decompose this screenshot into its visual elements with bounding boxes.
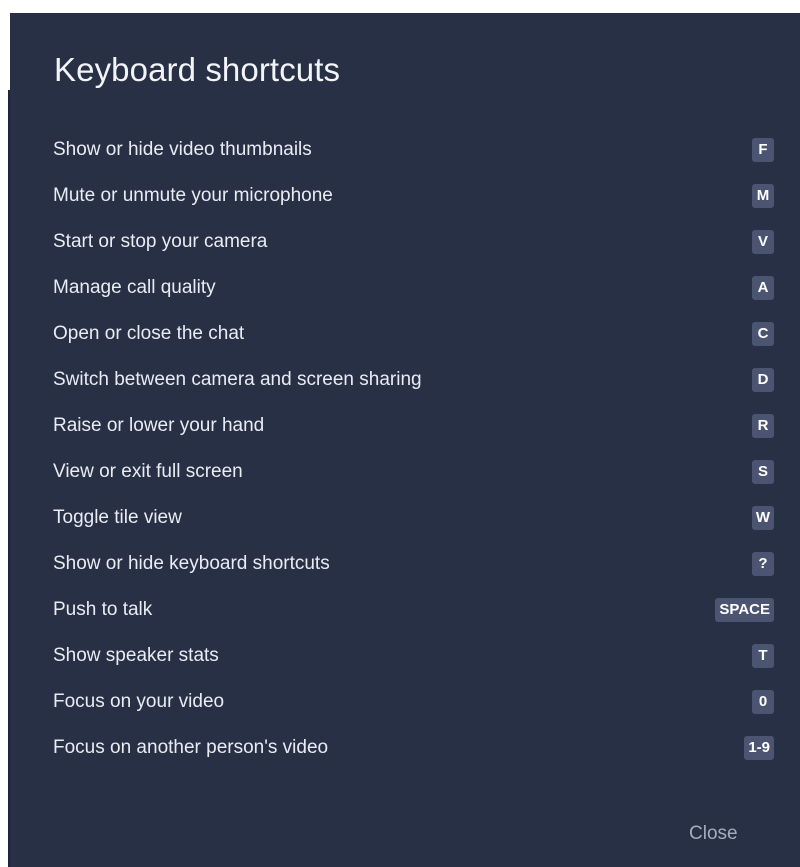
shortcut-label: Mute or unmute your microphone (53, 185, 333, 206)
shortcut-row: Open or close the chat C (10, 317, 800, 363)
shortcut-label: Show or hide keyboard shortcuts (53, 553, 330, 574)
shortcut-key: 1-9 (744, 736, 774, 760)
shortcut-row: Toggle tile view W (10, 501, 800, 547)
shortcut-row: Focus on your video 0 (10, 685, 800, 731)
shortcut-row: Focus on another person's video 1-9 (10, 731, 800, 777)
shortcut-row: View or exit full screen S (10, 455, 800, 501)
shortcut-row: Raise or lower your hand R (10, 409, 800, 455)
shortcut-row: Show speaker stats T (10, 639, 800, 685)
shortcut-key: A (752, 276, 774, 300)
shortcut-key: V (752, 230, 774, 254)
shortcut-key: D (752, 368, 774, 392)
shortcut-key: ? (752, 552, 774, 576)
shortcut-row: Manage call quality A (10, 271, 800, 317)
shortcut-label: Show or hide video thumbnails (53, 139, 312, 160)
keyboard-shortcuts-dialog: Keyboard shortcuts Show or hide video th… (10, 13, 800, 867)
shortcut-row: Show or hide video thumbnails F (10, 133, 800, 179)
shortcut-label: Focus on your video (53, 691, 225, 712)
shortcut-label: Push to talk (53, 599, 153, 620)
shortcut-label: View or exit full screen (53, 461, 243, 482)
shortcut-key: T (752, 644, 774, 668)
shortcut-label: Manage call quality (53, 277, 216, 298)
shortcut-label: Start or stop your camera (53, 231, 268, 252)
shortcut-row: Mute or unmute your microphone M (10, 179, 800, 225)
shortcut-row: Show or hide keyboard shortcuts ? (10, 547, 800, 593)
shortcut-row: Start or stop your camera V (10, 225, 800, 271)
shortcut-label: Toggle tile view (53, 507, 182, 528)
shortcut-label: Open or close the chat (53, 323, 245, 344)
close-button[interactable]: Close (689, 823, 738, 845)
shortcut-key: SPACE (715, 598, 774, 622)
shortcut-key: W (751, 506, 774, 530)
shortcut-row: Push to talk SPACE (10, 593, 800, 639)
shortcut-list: Show or hide video thumbnails F Mute or … (10, 133, 800, 777)
shortcut-label: Raise or lower your hand (53, 415, 265, 436)
shortcut-key: R (752, 414, 774, 438)
dialog-title: Keyboard shortcuts (54, 51, 341, 88)
shortcut-key: F (752, 138, 774, 162)
shortcut-key: M (752, 184, 774, 208)
shortcut-label: Focus on another person's video (53, 737, 329, 758)
shortcut-key: S (752, 460, 774, 484)
shortcut-label: Switch between camera and screen sharing (53, 369, 422, 390)
shortcut-key: C (752, 322, 774, 346)
shortcut-row: Switch between camera and screen sharing… (10, 363, 800, 409)
shortcut-key: 0 (752, 690, 774, 714)
shortcut-label: Show speaker stats (53, 645, 219, 666)
